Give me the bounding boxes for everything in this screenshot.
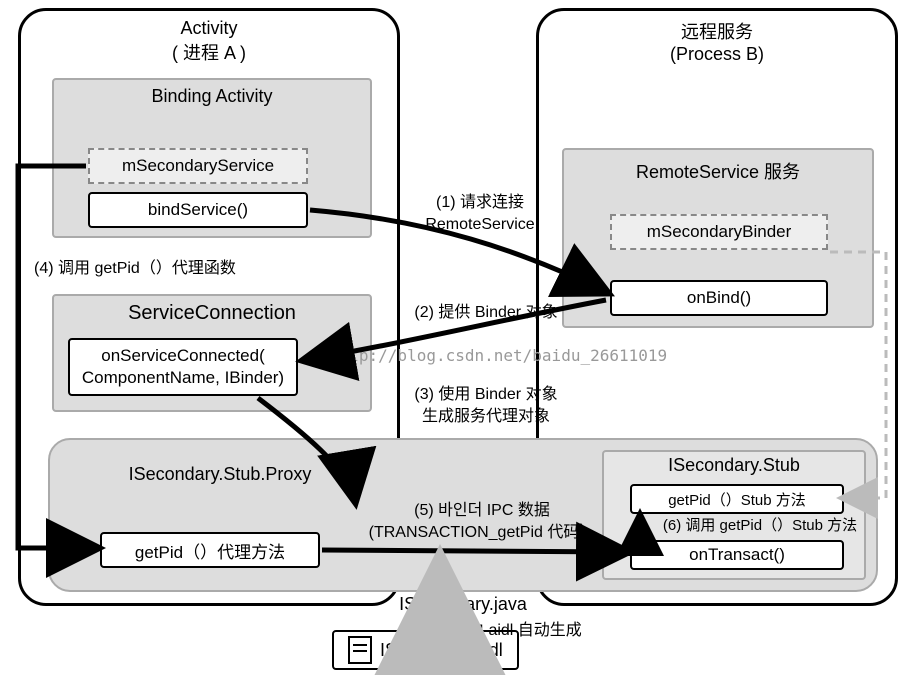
edge-4-label: (4) 调用 getPid（）代理函数 xyxy=(34,258,334,280)
remote-service-title: RemoteService 服务 xyxy=(562,158,874,184)
on-service-connected-method: onServiceConnected( ComponentName, IBind… xyxy=(68,338,298,396)
proxy-title: ISecondary.Stub.Proxy xyxy=(80,464,360,485)
ontransact-method: onTransact() xyxy=(630,540,844,570)
process-b-title-1: 远程服务 xyxy=(681,22,753,42)
aidl-file-label: ISecondary.aidl xyxy=(380,640,503,661)
binding-activity-title: Binding Activity xyxy=(52,86,372,107)
bind-service-method: bindService() xyxy=(88,192,308,228)
edge-2-label: (2) 提供 Binder 对象 xyxy=(386,302,586,324)
edge-1-label: (1) 请求连接 RemoteService xyxy=(400,192,560,235)
process-a-title: Activity ( 进程 A ) xyxy=(18,18,400,65)
osc-line1: onServiceConnected( xyxy=(101,345,264,367)
e1-l2: RemoteService xyxy=(425,216,534,233)
edge-5-label: (5) 바인더 IPC 数据 (TRANSACTION_getPid 代码） xyxy=(352,500,612,543)
edge-6-label: (6) 调用 getPid（）Stub 方法 xyxy=(620,516,900,536)
m-secondary-service-field: mSecondaryService xyxy=(88,148,308,184)
e3-l1: (3) 使用 Binder 对象 xyxy=(414,386,557,403)
watermark-text: http://blog.csdn.net/baidu_26611019 xyxy=(330,346,667,365)
process-a-title-2: ( 进程 A ) xyxy=(172,43,246,63)
edge-3-label: (3) 使用 Binder 对象 生成服务代理对象 xyxy=(386,384,586,427)
process-b-title-2: (Process B) xyxy=(670,44,764,64)
e5-l1: (5) 바인더 IPC 数据 xyxy=(414,502,550,519)
getpid-stub-method: getPid（）Stub 方法 xyxy=(630,484,844,514)
process-a-title-1: Activity xyxy=(180,18,237,38)
on-bind-method: onBind() xyxy=(610,280,828,316)
getpid-proxy-method: getPid（）代理方法 xyxy=(100,532,320,568)
isecondary-java-label: ISecondary.java xyxy=(48,594,878,615)
process-b-title: 远程服务 (Process B) xyxy=(536,18,898,65)
e3-l2: 生成服务代理对象 xyxy=(422,408,550,425)
osc-line2: ComponentName, IBinder) xyxy=(82,367,284,389)
stub-title: ISecondary.Stub xyxy=(602,455,866,476)
document-icon xyxy=(348,636,372,664)
aidl-note: 由 aidl 自动生成 xyxy=(468,620,628,642)
service-connection-title: ServiceConnection xyxy=(52,302,372,325)
m-secondary-binder-field: mSecondaryBinder xyxy=(610,214,828,250)
e1-l1: (1) 请求连接 xyxy=(436,194,524,211)
e5-l2: (TRANSACTION_getPid 代码） xyxy=(369,524,596,541)
